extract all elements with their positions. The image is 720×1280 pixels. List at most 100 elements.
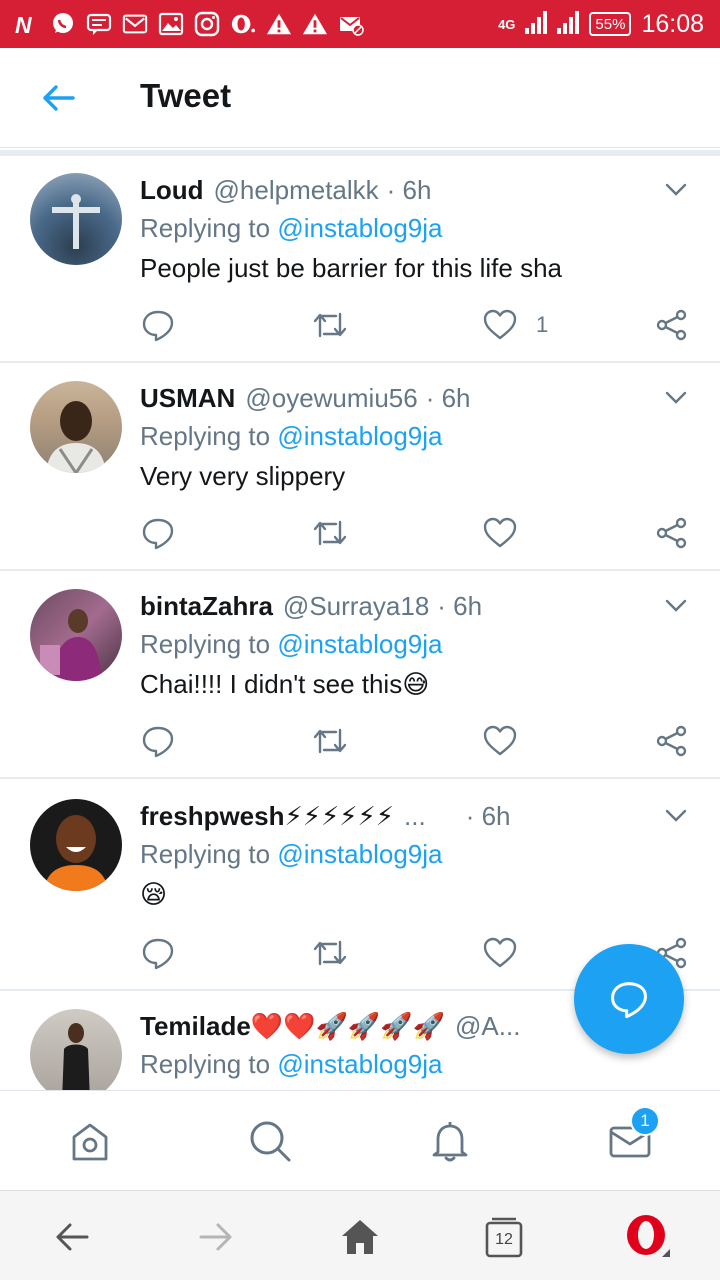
battery-indicator: 55% <box>589 12 632 36</box>
tweet-menu-button[interactable] <box>664 172 688 208</box>
tweet-menu-button[interactable] <box>664 588 688 624</box>
avatar[interactable] <box>30 381 122 473</box>
avatar[interactable] <box>30 173 122 265</box>
avatar[interactable] <box>30 799 122 891</box>
tweet-author-name[interactable]: Temilade❤️❤️🚀🚀🚀🚀 <box>140 1011 445 1042</box>
like-button[interactable] <box>482 721 518 761</box>
tab-search[interactable] <box>246 1117 294 1165</box>
opera-menu-button[interactable] <box>624 1213 672 1261</box>
tweet-author-handle[interactable]: @Surraya18 <box>283 591 429 622</box>
tab-count: 12 <box>495 1231 513 1248</box>
tweet-item[interactable]: USMAN @oyewumiu56 · 6h Replying to @inst… <box>0 368 720 572</box>
share-button[interactable] <box>654 305 690 345</box>
retweet-button[interactable] <box>312 513 348 553</box>
replying-to-link[interactable]: @instablog9ja <box>277 629 442 659</box>
replying-label: Replying to <box>140 213 271 243</box>
opera-logo-icon <box>627 1215 670 1257</box>
tweet-author-name[interactable]: freshpwesh⚡⚡⚡⚡⚡⚡ <box>140 801 394 832</box>
tab-home[interactable] <box>66 1117 114 1165</box>
divider <box>0 777 720 779</box>
like-button[interactable] <box>482 933 518 973</box>
instagram-icon <box>194 11 220 37</box>
share-button[interactable] <box>654 721 690 761</box>
tweet-time: · 6h <box>437 590 483 621</box>
replying-label: Replying to <box>140 839 271 869</box>
avatar[interactable] <box>30 1009 122 1090</box>
divider <box>0 150 720 156</box>
browser-toolbar: 12 <box>0 1190 720 1280</box>
avatar[interactable] <box>30 589 122 681</box>
arrow-left-icon <box>56 1223 89 1251</box>
tweet-time: · 6h <box>425 382 471 413</box>
tweet-author-handle[interactable]: @oyewumiu56 <box>245 383 417 414</box>
tweet-text: People just be barrier for this life sha <box>140 253 562 283</box>
share-button[interactable] <box>654 513 690 553</box>
tweet-text: Very very slippery <box>140 461 346 491</box>
tweet-author-handle[interactable]: @A... <box>455 1011 520 1042</box>
tweet-menu-button[interactable] <box>664 380 688 416</box>
news-app-icon: N <box>14 11 40 37</box>
chevron-down-icon <box>665 183 687 196</box>
replying-to-link[interactable]: @instablog9ja <box>277 213 442 243</box>
reply-button[interactable] <box>140 305 176 345</box>
replying-label: Replying to <box>140 629 271 659</box>
reply-icon <box>142 518 174 550</box>
browser-home-button[interactable] <box>336 1213 384 1261</box>
chevron-down-icon <box>665 391 687 404</box>
retweet-button[interactable] <box>312 721 348 761</box>
reply-button[interactable] <box>140 513 176 553</box>
tweet-menu-button[interactable] <box>664 798 688 834</box>
signal-icon <box>557 10 580 39</box>
arrow-right-icon <box>199 1223 232 1251</box>
heart-icon <box>483 937 517 968</box>
reply-button[interactable] <box>140 933 176 973</box>
status-time: 16:08 <box>641 9 704 38</box>
notification-icons: N <box>14 10 364 38</box>
reply-button[interactable] <box>140 721 176 761</box>
replying-to-link[interactable]: @instablog9ja <box>277 1049 442 1079</box>
tweet-author-handle[interactable]: ... <box>404 801 426 832</box>
retweet-button[interactable] <box>312 305 348 345</box>
warning-icon <box>266 11 292 37</box>
chevron-down-icon <box>665 599 687 612</box>
arrow-left-icon <box>43 85 75 111</box>
tweet-item[interactable]: Loud @helpmetalkk · 6h Replying to @inst… <box>0 160 720 364</box>
compose-reply-button[interactable] <box>574 944 684 1054</box>
opera-notification-icon <box>230 11 256 37</box>
tweet-author-name[interactable]: Loud <box>140 175 204 206</box>
tweet-author-handle[interactable]: @helpmetalkk <box>214 175 379 206</box>
tab-notifications[interactable] <box>426 1117 474 1165</box>
reply-icon <box>142 938 174 970</box>
like-count: 1 <box>536 312 549 337</box>
retweet-icon <box>313 728 347 754</box>
back-button[interactable] <box>36 78 80 118</box>
tweet-item[interactable]: bintaZahra @Surraya18 · 6h Replying to @… <box>0 576 720 780</box>
retweet-button[interactable] <box>312 933 348 973</box>
replying-to-link[interactable]: @instablog9ja <box>277 839 442 869</box>
tweet-author-name[interactable]: bintaZahra <box>140 591 273 622</box>
share-icon <box>656 517 687 549</box>
bottom-tab-bar <box>0 1090 720 1190</box>
svg-text:N: N <box>15 12 32 36</box>
like-button[interactable] <box>482 305 518 345</box>
reply-icon <box>611 982 647 1019</box>
browser-back-button[interactable] <box>48 1213 96 1261</box>
tweet-author-name[interactable]: USMAN <box>140 383 235 414</box>
browser-tabs-button[interactable]: 12 <box>480 1213 528 1261</box>
like-button[interactable] <box>482 513 518 553</box>
home-icon <box>72 1123 108 1161</box>
signal-icon <box>525 10 548 39</box>
gmail-icon <box>122 11 148 37</box>
share-icon <box>656 309 687 341</box>
replying-to-link[interactable]: @instablog9ja <box>277 421 442 451</box>
heart-icon <box>483 309 517 340</box>
retweet-icon <box>313 312 347 338</box>
top-header: Tweet <box>0 48 720 148</box>
browser-forward-button[interactable] <box>192 1213 240 1261</box>
divider <box>0 361 720 363</box>
chat-message-icon <box>86 11 112 37</box>
home-icon <box>342 1220 378 1254</box>
status-bar: N 4G 55% 16:08 <box>0 0 720 48</box>
replying-label: Replying to <box>140 421 271 451</box>
warning-icon <box>302 11 328 37</box>
